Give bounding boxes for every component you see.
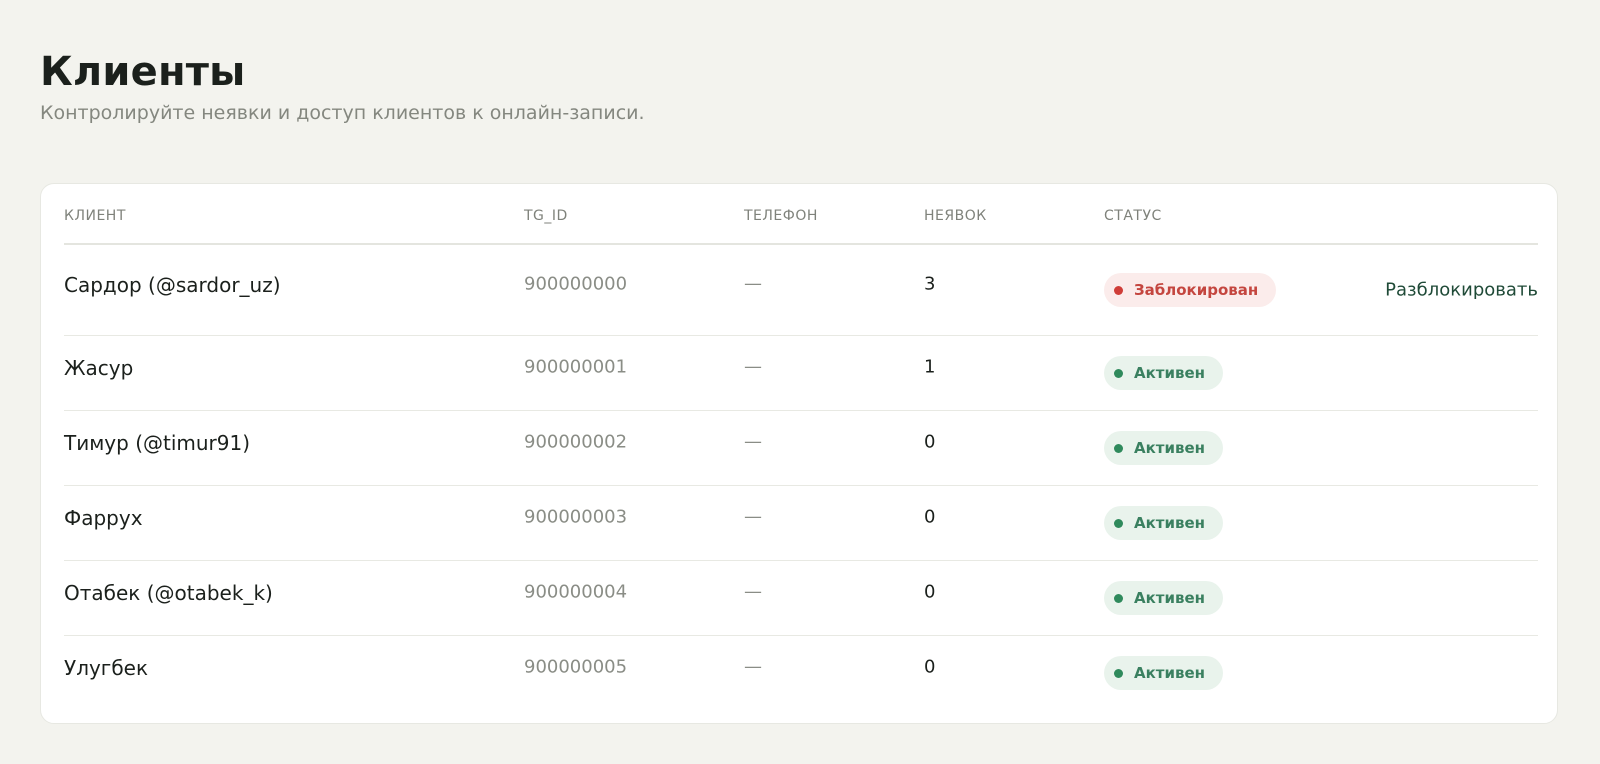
status-badge: Активен	[1104, 356, 1224, 390]
client-tg-id: 900000005	[524, 656, 628, 678]
status-cell: Активен	[1104, 581, 1224, 615]
client-tg-id: 900000003	[524, 506, 628, 528]
client-name: Жасур	[64, 356, 134, 380]
client-name: Сардор (@sardor_uz)	[64, 273, 281, 297]
client-phone: —	[744, 656, 762, 678]
status-dot-icon	[1114, 368, 1123, 378]
status-cell: Активен	[1104, 656, 1224, 690]
page-title: Клиенты	[40, 49, 246, 95]
table-row: Сардор (@sardor_uz) 900000000 — 3 Заблок…	[64, 245, 1538, 336]
status-cell: Активен	[1104, 431, 1224, 465]
status-dot-icon	[1114, 668, 1123, 678]
client-name: Отабек (@otabek_k)	[64, 581, 273, 605]
status-label: Активен	[1134, 664, 1206, 682]
client-name: Улугбек	[64, 656, 149, 680]
status-dot-icon	[1114, 285, 1123, 295]
status-dot-icon	[1114, 518, 1123, 528]
column-header-phone: ТЕЛЕФОН	[744, 208, 818, 224]
page-header: Клиенты Контролируйте неявки и доступ кл…	[40, 44, 645, 126]
column-header-client: КЛИЕНТ	[64, 208, 126, 224]
client-name: Тимур (@timur91)	[64, 431, 251, 455]
unblock-button[interactable]: Разблокировать	[1385, 280, 1538, 301]
client-phone: —	[744, 273, 762, 295]
table-row: Фаррух 900000003 — 0 Активен	[64, 486, 1538, 561]
client-tg-id: 900000000	[524, 273, 628, 295]
column-header-noshows: НЕЯВОК	[924, 208, 987, 224]
clients-table: КЛИЕНТ TG_ID ТЕЛЕФОН НЕЯВОК СТАТУС Сардо…	[64, 184, 1538, 710]
status-cell: Активен	[1104, 356, 1224, 390]
table-row: Отабек (@otabek_k) 900000004 — 0 Активен	[64, 561, 1538, 636]
column-header-status: СТАТУС	[1104, 208, 1162, 224]
client-phone: —	[744, 506, 762, 528]
status-badge: Активен	[1104, 431, 1224, 465]
client-tg-id: 900000002	[524, 431, 628, 453]
client-phone: —	[744, 431, 762, 453]
client-noshows: 0	[924, 506, 936, 528]
status-cell: Заблокирован	[1104, 273, 1277, 307]
client-tg-id: 900000001	[524, 356, 628, 378]
status-dot-icon	[1114, 443, 1123, 453]
status-label: Активен	[1134, 364, 1206, 382]
status-label: Активен	[1134, 514, 1206, 532]
column-header-tg-id: TG_ID	[524, 208, 568, 224]
client-phone: —	[744, 581, 762, 603]
status-label: Активен	[1134, 589, 1206, 607]
status-badge: Заблокирован	[1104, 273, 1277, 307]
client-noshows: 0	[924, 431, 936, 453]
table-header: КЛИЕНТ TG_ID ТЕЛЕФОН НЕЯВОК СТАТУС	[64, 184, 1538, 245]
page-subtitle: Контролируйте неявки и доступ клиентов к…	[40, 102, 645, 124]
client-name: Фаррух	[64, 506, 143, 530]
client-noshows: 0	[924, 581, 936, 603]
status-label: Заблокирован	[1134, 281, 1259, 299]
table-row: Жасур 900000001 — 1 Активен	[64, 336, 1538, 411]
status-dot-icon	[1114, 593, 1123, 603]
client-noshows: 1	[924, 356, 936, 378]
client-noshows: 3	[924, 273, 936, 295]
status-badge: Активен	[1104, 506, 1224, 540]
clients-card: КЛИЕНТ TG_ID ТЕЛЕФОН НЕЯВОК СТАТУС Сардо…	[40, 183, 1558, 724]
client-noshows: 0	[924, 656, 936, 678]
client-phone: —	[744, 356, 762, 378]
table-row: Тимур (@timur91) 900000002 — 0 Активен	[64, 411, 1538, 486]
status-label: Активен	[1134, 439, 1206, 457]
status-badge: Активен	[1104, 581, 1224, 615]
status-badge: Активен	[1104, 656, 1224, 690]
status-cell: Активен	[1104, 506, 1224, 540]
table-row: Улугбек 900000005 — 0 Активен	[64, 636, 1538, 710]
client-tg-id: 900000004	[524, 581, 628, 603]
